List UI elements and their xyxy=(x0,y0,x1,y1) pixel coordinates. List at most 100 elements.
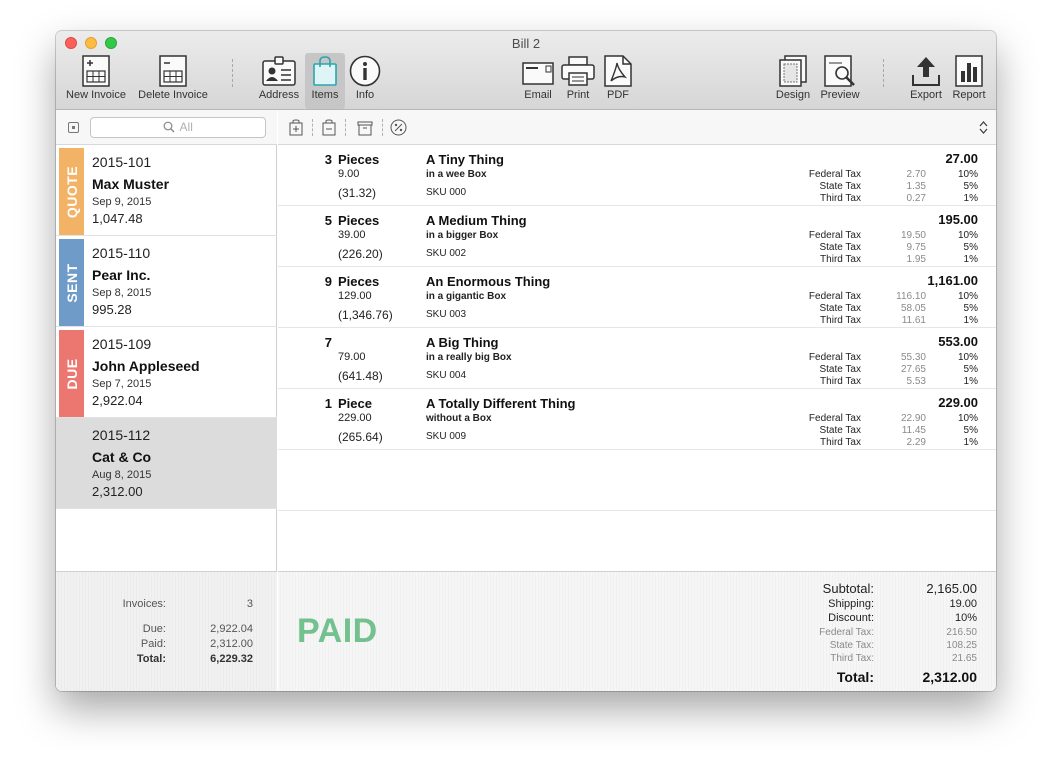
paid-stamp: PAID xyxy=(297,612,378,651)
tax-amount: 5.53 xyxy=(907,376,926,388)
subtotal-value: 2,165.00 xyxy=(926,581,977,596)
pdf-icon xyxy=(604,55,632,87)
tax-amount: 19.50 xyxy=(901,230,926,242)
tax-rate: 1% xyxy=(964,437,978,449)
tax-rate: 1% xyxy=(964,315,978,327)
invoice-list-item[interactable]: QUOTE 2015-101 Max Muster Sep 9, 2015 1,… xyxy=(56,145,277,236)
invoice-sidebar: All QUOTE 2015-101 Max Muster Sep 9, 201… xyxy=(56,110,277,691)
total-label: Total: xyxy=(137,653,166,665)
search-field[interactable]: All xyxy=(90,117,266,138)
tax-rate: 10% xyxy=(958,169,978,181)
tax-amount: 22.90 xyxy=(901,413,926,425)
item-name: A Totally Different Thing xyxy=(426,396,576,411)
tax-name: Federal Tax xyxy=(809,291,861,303)
federal-tax-value: 216.50 xyxy=(946,627,977,638)
toolbar-separator xyxy=(345,119,346,136)
invoice-list-item-selected[interactable]: 2015-112 Cat & Co Aug 8, 2015 2,312.00 xyxy=(56,418,277,509)
info-button[interactable]: Info xyxy=(346,53,384,109)
address-button[interactable]: Address xyxy=(256,53,302,109)
tax-amount: 0.27 xyxy=(907,193,926,205)
item-quantity: 1 xyxy=(325,396,332,411)
pdf-button[interactable]: PDF xyxy=(599,53,637,109)
tax-amount: 2.70 xyxy=(907,169,926,181)
tax-amount: 58.05 xyxy=(901,303,926,315)
tax-amount: 1.35 xyxy=(907,181,926,193)
tax-line: State Tax58.055% xyxy=(278,303,996,315)
remove-item-icon[interactable] xyxy=(322,119,336,136)
item-name: A Medium Thing xyxy=(426,213,527,228)
add-item-icon[interactable] xyxy=(289,119,303,136)
sidebar-toggle-icon[interactable] xyxy=(68,122,79,133)
status-badge: SENT xyxy=(59,239,84,326)
preview-label: Preview xyxy=(817,89,863,101)
tax-name: Federal Tax xyxy=(809,413,861,425)
toolbar-separator xyxy=(232,59,233,87)
tax-line: State Tax11.455% xyxy=(278,425,996,437)
tax-rate: 5% xyxy=(964,425,978,437)
discount-percent-icon[interactable] xyxy=(390,119,407,136)
invoice-list-item[interactable]: SENT 2015-110 Pear Inc. Sep 8, 2015 995.… xyxy=(56,236,277,327)
archive-box-icon[interactable] xyxy=(357,119,373,136)
design-pages-icon xyxy=(779,55,807,87)
items-button[interactable]: Items xyxy=(305,53,345,109)
report-button[interactable]: Report xyxy=(949,53,989,109)
email-envelope-icon xyxy=(522,55,554,87)
tax-name: Federal Tax xyxy=(809,352,861,364)
new-invoice-label: New Invoice xyxy=(62,89,130,101)
print-label: Print xyxy=(559,89,597,101)
shipping-label: Shipping: xyxy=(828,598,874,610)
tax-amount: 11.45 xyxy=(902,425,926,437)
invoice-date: Aug 8, 2015 xyxy=(92,469,151,481)
delete-invoice-label: Delete Invoice xyxy=(136,89,210,101)
subtotal-label: Subtotal: xyxy=(823,581,874,596)
item-line-total: 1,161.00 xyxy=(927,273,978,288)
invoice-list-item[interactable]: DUE 2015-109 John Appleseed Sep 7, 2015 … xyxy=(56,327,277,418)
tax-rate: 10% xyxy=(958,352,978,364)
item-name: A Tiny Thing xyxy=(426,152,504,167)
tax-line: Federal Tax 2.70 10% xyxy=(278,169,996,181)
item-row[interactable]: 3 Pieces 9.00 (31.32) A Tiny Thing in a … xyxy=(278,145,996,206)
invoice-number: 2015-109 xyxy=(92,336,151,352)
grand-total-value: 2,312.00 xyxy=(923,669,978,685)
tax-name: State Tax xyxy=(819,181,861,193)
item-unit: Pieces xyxy=(338,152,379,167)
invoice-customer: Pear Inc. xyxy=(92,267,150,283)
items-toolbar xyxy=(278,110,996,145)
item-quantity: 3 xyxy=(325,152,332,167)
export-button[interactable]: Export xyxy=(906,53,946,109)
invoice-date: Sep 7, 2015 xyxy=(92,378,151,390)
item-row[interactable]: 7 79.00 (641.48) A Big Thing in a really… xyxy=(278,328,996,389)
item-row[interactable]: 9 Pieces 129.00 (1,346.76) An Enormous T… xyxy=(278,267,996,328)
tax-amount: 11.61 xyxy=(902,315,926,327)
export-label: Export xyxy=(906,89,946,101)
item-row[interactable]: 1 Piece 229.00 (265.64) A Totally Differ… xyxy=(278,389,996,450)
status-label: DUE xyxy=(64,358,80,389)
tax-line: Third Tax1.951% xyxy=(278,254,996,266)
design-label: Design xyxy=(773,89,813,101)
sort-stepper-icon[interactable] xyxy=(979,121,988,134)
state-tax-value: 108.25 xyxy=(946,640,977,651)
tax-amount: 2.29 xyxy=(907,437,926,449)
invoice-customer: Cat & Co xyxy=(92,449,151,465)
state-tax-label: State Tax: xyxy=(830,640,874,651)
new-invoice-button[interactable]: New Invoice xyxy=(62,53,130,109)
tax-line: Federal Tax19.5010% xyxy=(278,230,996,242)
print-button[interactable]: Print xyxy=(559,53,597,109)
tax-name: Federal Tax xyxy=(809,169,861,181)
tax-name: Third Tax xyxy=(820,315,861,327)
items-pane: 3 Pieces 9.00 (31.32) A Tiny Thing in a … xyxy=(278,110,996,691)
grand-total-label: Total: xyxy=(837,669,874,685)
preview-button[interactable]: Preview xyxy=(817,53,863,109)
app-window: Bill 2 New Invoice Delete Invoice xyxy=(56,31,996,691)
email-button[interactable]: Email xyxy=(519,53,557,109)
design-button[interactable]: Design xyxy=(773,53,813,109)
toolbar-separator xyxy=(312,119,313,136)
item-row[interactable]: 5 Pieces 39.00 (226.20) A Medium Thing i… xyxy=(278,206,996,267)
invoice-number: 2015-110 xyxy=(92,245,150,261)
invoices-count-label: Invoices: xyxy=(123,598,166,610)
export-upload-icon xyxy=(911,55,941,87)
tax-line: Federal Tax22.9010% xyxy=(278,413,996,425)
delete-invoice-button[interactable]: Delete Invoice xyxy=(136,53,210,109)
item-line-total: 553.00 xyxy=(938,334,978,349)
address-card-icon xyxy=(262,55,296,87)
